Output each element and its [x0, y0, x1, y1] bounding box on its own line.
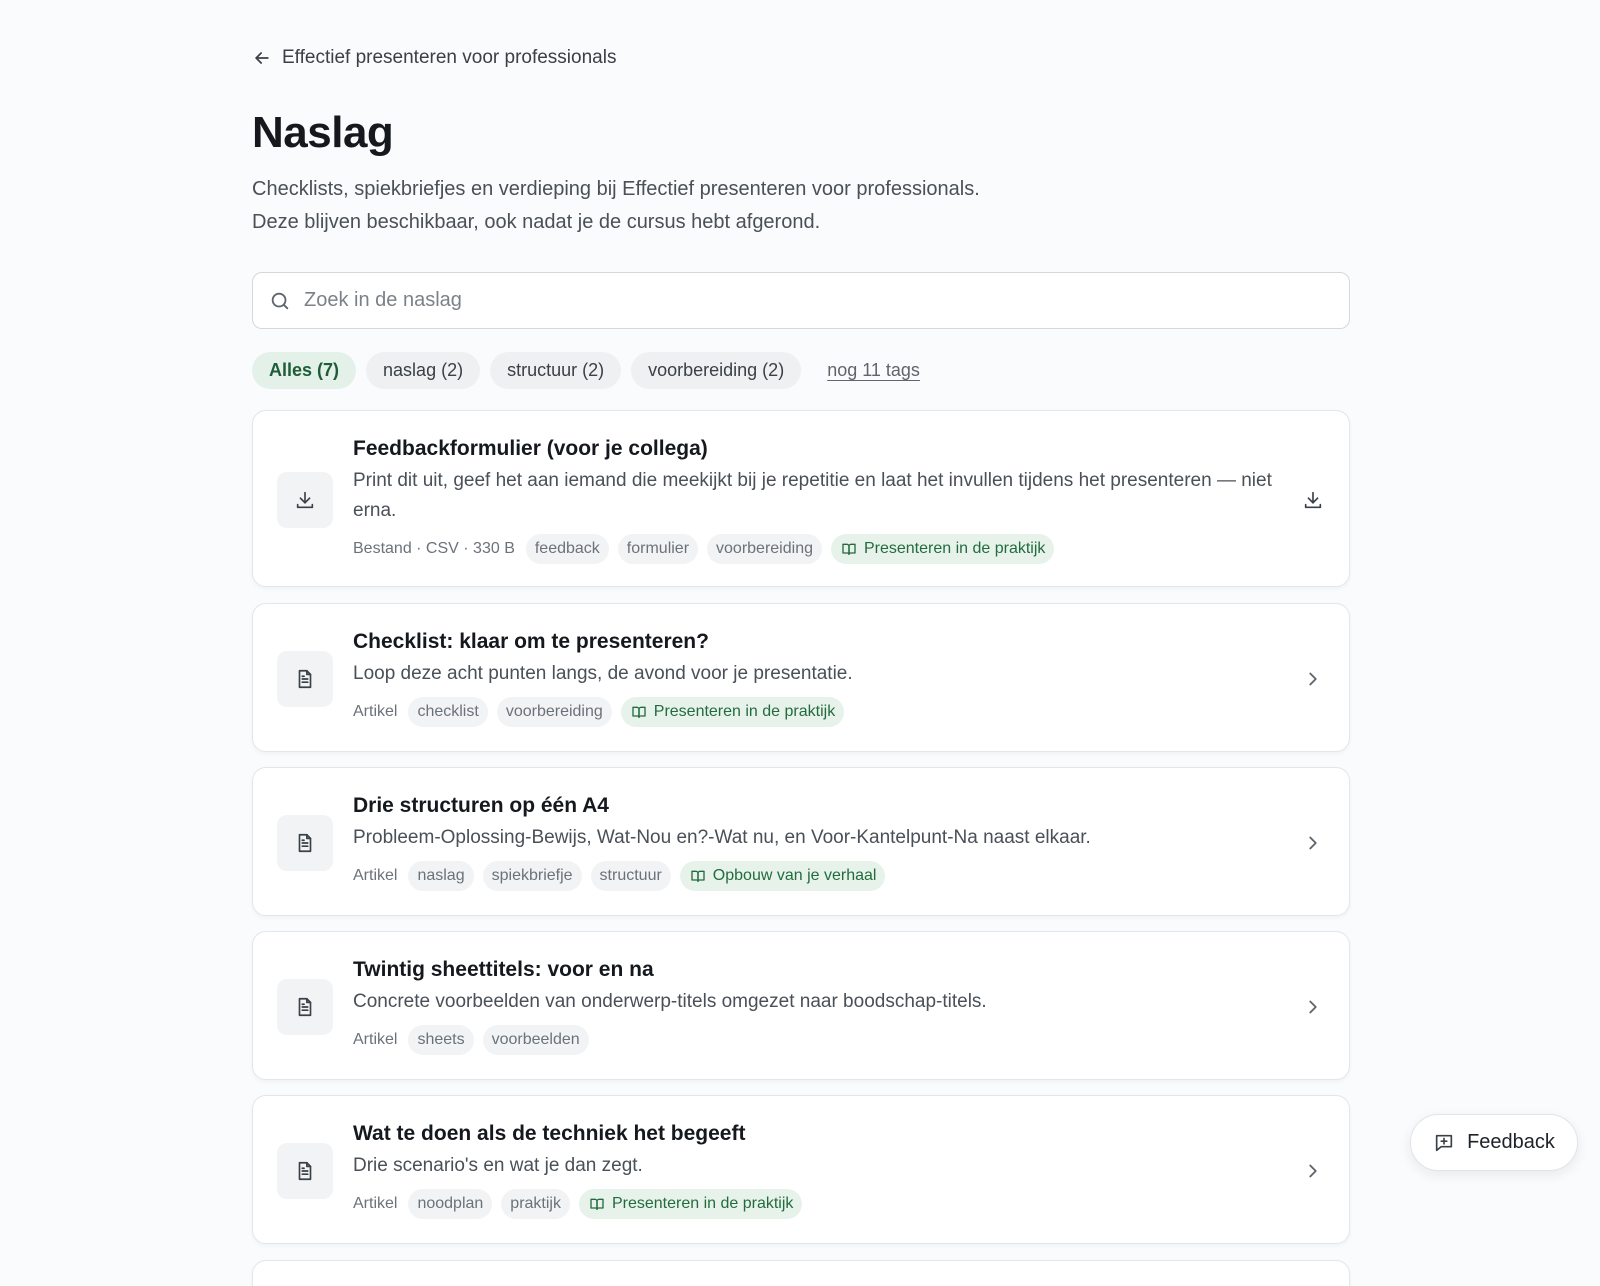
resource-title[interactable]: Wat te doen als de techniek het begeeft	[353, 1120, 1283, 1148]
download-button[interactable]	[1301, 488, 1325, 512]
open-button[interactable]	[1301, 1159, 1325, 1183]
page-intro: Checklists, spiekbriefjes en verdieping …	[252, 173, 1252, 239]
resource-description: Probleem-Oplossing-Bewijs, Wat-Nou en?-W…	[353, 827, 1091, 848]
resource-type-tile	[277, 471, 333, 528]
tag[interactable]: voorbereiding	[707, 534, 822, 564]
intro-line-2: Deze blijven beschikbaar, ook nadat je d…	[252, 211, 821, 233]
module-label: Presenteren in de praktijk	[611, 1195, 794, 1212]
module-badge[interactable]: Presenteren in de praktijk	[578, 1189, 803, 1219]
feedback-button-label: Feedback	[1467, 1131, 1555, 1153]
resource-type-tile	[277, 1142, 333, 1199]
tag[interactable]: noodplan	[408, 1189, 493, 1219]
resource-card[interactable]: Feedbackformulier (voor je collega) Print…	[252, 410, 1350, 587]
chevron-right-icon	[1302, 832, 1324, 854]
chevron-right-icon	[1302, 996, 1324, 1018]
more-tags-link[interactable]: nog 11 tags	[827, 360, 920, 381]
back-link[interactable]: Effectief presenteren voor professionals	[252, 47, 616, 69]
tag[interactable]: voorbeelden	[482, 1025, 589, 1055]
document-icon	[294, 1160, 316, 1182]
module-badge[interactable]: Opbouw van je verhaal	[679, 861, 886, 891]
feedback-button[interactable]: Feedback	[1410, 1114, 1578, 1171]
book-open-icon	[690, 868, 706, 884]
tag[interactable]: sheets	[408, 1025, 474, 1055]
resource-meta: Artikel checklist voorbereiding Presenteren…	[353, 697, 1283, 727]
search-box	[252, 272, 1350, 329]
tag[interactable]: structuur	[590, 861, 671, 891]
resource-title[interactable]: Drie structuren op één A4	[353, 792, 1283, 820]
resource-type-tile	[277, 978, 333, 1035]
tag[interactable]: praktijk	[501, 1189, 570, 1219]
arrow-left-icon	[255, 52, 269, 64]
tag[interactable]: checklist	[408, 697, 488, 727]
resource-kind: Artikel	[353, 1195, 398, 1212]
resource-title[interactable]: Twintig sheettitels: voor en na	[353, 956, 1283, 984]
resource-card[interactable]: Wat te doen als de techniek het begeeft D…	[252, 1095, 1350, 1244]
resource-card[interactable]: Twintig sheettitels: voor en na Concrete …	[252, 931, 1350, 1080]
tag[interactable]: feedback	[525, 534, 609, 564]
resource-meta: Artikel noodplan praktijk Presenteren in de…	[353, 1189, 1283, 1219]
tag[interactable]: formulier	[617, 534, 699, 564]
tag-filters: Alles (7) naslag (2) structuur (2) voorbere…	[252, 352, 920, 389]
module-label: Presenteren in de praktijk	[863, 540, 1046, 557]
search-input[interactable]	[304, 289, 1304, 312]
open-button[interactable]	[1301, 831, 1325, 855]
resource-description: Concrete voorbeelden van onderwerp-titel…	[353, 991, 987, 1012]
filter-chip[interactable]: Alles (7)	[252, 352, 357, 389]
resource-kind: Bestand · CSV · 330 B	[353, 540, 515, 557]
document-icon	[294, 832, 316, 854]
resource-card[interactable]: Checklist: klaar om te presenteren? Loop …	[252, 603, 1350, 752]
search-icon	[271, 292, 289, 309]
filter-chip[interactable]: structuur (2)	[490, 352, 622, 389]
resource-description: Print dit uit, geef het aan iemand die m…	[353, 470, 1272, 521]
open-button[interactable]	[1301, 995, 1325, 1019]
module-label: Presenteren in de praktijk	[653, 703, 836, 720]
document-icon	[294, 668, 316, 690]
tag[interactable]: spiekbriefje	[482, 861, 582, 891]
resource-type-tile	[277, 814, 333, 871]
tag[interactable]: voorbereiding	[496, 697, 612, 727]
resource-description: Drie scenario's en wat je dan zegt.	[353, 1155, 643, 1176]
resource-meta: Bestand · CSV · 330 B feedback formulier vo…	[353, 534, 1283, 564]
book-open-icon	[589, 1196, 605, 1212]
resource-card[interactable]: Drie structuren op één A4 Probleem-Oploss…	[252, 767, 1350, 916]
page-title: Naslag	[252, 108, 394, 157]
message-plus-icon	[1435, 1134, 1453, 1151]
module-badge[interactable]: Presenteren in de praktijk	[830, 534, 1055, 564]
book-open-icon	[841, 541, 857, 557]
filter-chip[interactable]: naslag (2)	[366, 352, 481, 389]
intro-line-1: Checklists, spiekbriefjes en verdieping …	[252, 178, 980, 200]
open-button[interactable]	[1301, 667, 1325, 691]
resource-kind: Artikel	[353, 1031, 398, 1048]
resource-title[interactable]: Feedbackformulier (voor je collega)	[353, 435, 1283, 463]
resource-title[interactable]: Checklist: klaar om te presenteren?	[353, 628, 1283, 656]
resource-card[interactable]	[252, 1260, 1350, 1286]
filter-chip[interactable]: voorbereiding (2)	[631, 352, 802, 389]
module-label: Opbouw van je verhaal	[712, 867, 877, 884]
chevron-right-icon	[1302, 668, 1324, 690]
tag[interactable]: naslag	[408, 861, 474, 891]
document-icon	[294, 996, 316, 1018]
resource-type-tile	[277, 650, 333, 707]
resource-meta: Artikel naslag spiekbriefje structuur Opbouw…	[353, 861, 1283, 891]
back-link-label: Effectief presenteren voor professionals	[282, 47, 617, 68]
module-badge[interactable]: Presenteren in de praktijk	[620, 697, 845, 727]
resource-kind: Artikel	[353, 867, 398, 884]
chevron-right-icon	[1302, 1160, 1324, 1182]
book-open-icon	[631, 704, 647, 720]
download-icon	[1302, 489, 1324, 511]
resource-meta: Artikel sheets voorbeelden	[353, 1025, 1283, 1055]
resource-description: Loop deze acht punten langs, de avond vo…	[353, 663, 853, 684]
resource-kind: Artikel	[353, 703, 398, 720]
download-icon	[294, 489, 316, 511]
